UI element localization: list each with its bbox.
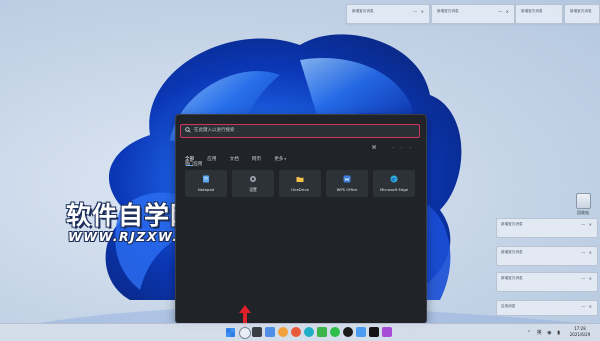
notification-text: 新增宝贝消息 <box>521 9 543 13</box>
side-notification-card[interactable]: 新增宝贝消息 — ✕ <box>496 246 598 266</box>
search-tabs: 全部 应用 文档 网页 更多▾ <box>185 145 294 166</box>
search-icon <box>185 127 191 133</box>
tab-documents[interactable]: 文档 <box>230 156 239 166</box>
notification-text: 应用消息 <box>501 304 516 308</box>
app-tile-onedrive[interactable]: OneDrive <box>279 170 321 197</box>
desktop-recycle-bin[interactable]: 回收站 <box>570 193 596 216</box>
notification-text: 新增宝贝消息 <box>501 222 523 226</box>
media-icon[interactable] <box>356 327 366 337</box>
start-icon[interactable] <box>226 328 235 337</box>
widgets-icon[interactable] <box>265 327 275 337</box>
edge-icon <box>390 175 398 183</box>
onedrive-folder-icon <box>296 177 304 182</box>
clock-date: 2021/6/29 <box>569 332 591 337</box>
task-view-icon[interactable] <box>252 327 262 337</box>
side-notification-card[interactable]: 应用消息 — ✕ <box>496 300 598 316</box>
notification-text: 新增宝贝消息 <box>501 250 523 254</box>
edge-icon[interactable] <box>304 327 314 337</box>
app-icon[interactable] <box>382 327 392 337</box>
notification-card[interactable]: 新增宝贝消息 <box>564 4 600 24</box>
notification-controls[interactable]: — ✕ <box>581 222 593 227</box>
tab-apps[interactable]: 应用 <box>207 156 216 166</box>
notification-controls[interactable]: — ✕ <box>581 250 593 255</box>
side-notification-card[interactable]: 新增宝贝消息 — ✕ <box>496 218 598 238</box>
app-tile-notepad[interactable]: Notepad <box>185 170 227 197</box>
app-tile-microsoft-edge[interactable]: Microsoft Edge <box>373 170 415 197</box>
search-input[interactable] <box>194 126 409 135</box>
chat-icon[interactable] <box>278 327 288 337</box>
app-label: 设置 <box>249 187 257 192</box>
recycle-bin-icon <box>575 193 591 209</box>
notification-text: 新增宝贝消息 <box>352 9 374 13</box>
wechat-icon[interactable] <box>330 327 340 337</box>
app-label: WPS Office <box>336 187 358 192</box>
wps-office-icon <box>343 175 351 183</box>
app-label: OneDrive <box>291 187 309 192</box>
tiktok-icon[interactable] <box>369 327 379 337</box>
settings-gear-icon <box>250 176 256 182</box>
app-label: Notepad <box>197 187 215 192</box>
notification-card[interactable]: 新增宝贝消息 <box>515 4 563 24</box>
chevron-down-icon: ▾ <box>284 157 287 161</box>
notepad-icon <box>203 175 209 183</box>
side-notification-card[interactable]: 新增宝贝消息 — ✕ <box>496 272 598 292</box>
system-tray[interactable]: ⌃ 英 ◉ ▮ <box>527 329 562 336</box>
search-icon[interactable] <box>239 327 251 339</box>
notification-text: 新增宝贝消息 <box>570 9 592 13</box>
notification-text: 新增宝贝消息 <box>501 276 523 280</box>
app-tile-settings[interactable]: 设置 <box>232 170 274 197</box>
explorer-icon[interactable] <box>291 327 301 337</box>
notification-controls[interactable]: — ✕ <box>413 9 425 14</box>
app-tile-wps-office[interactable]: WPS Office <box>326 170 368 197</box>
notification-controls[interactable]: — ✕ <box>581 276 593 281</box>
notification-card[interactable]: 新增宝贝消息 — ✕ <box>346 4 430 24</box>
top-apps-title: 热门应用 <box>185 162 203 167</box>
notification-controls[interactable]: — ✕ <box>581 304 593 309</box>
qq-icon[interactable] <box>343 327 353 337</box>
search-panel: 全部 应用 文档 网页 更多▾ ⌘ ··· 热门应用 Notepad 设置 On… <box>175 114 427 324</box>
store-icon[interactable] <box>317 327 327 337</box>
notification-card[interactable]: 新增宝贝消息 — ✕ <box>431 4 515 24</box>
notification-text: 新增宝贝消息 <box>437 9 459 13</box>
tab-more-label: 更多 <box>274 157 284 162</box>
tab-more[interactable]: 更多▾ <box>274 155 286 165</box>
search-box[interactable] <box>180 124 420 138</box>
taskbar: ⌃ 英 ◉ ▮ 17:28 2021/6/29 <box>0 323 600 341</box>
clock[interactable]: 17:28 2021/6/29 <box>564 326 596 338</box>
desktop-icon-label: 回收站 <box>577 210 589 215</box>
panel-header-icons[interactable]: ⌘ ··· <box>372 145 418 151</box>
app-label: Microsoft Edge <box>379 187 409 192</box>
tab-web[interactable]: 网页 <box>252 156 261 166</box>
notification-controls[interactable]: — ✕ <box>498 9 510 14</box>
